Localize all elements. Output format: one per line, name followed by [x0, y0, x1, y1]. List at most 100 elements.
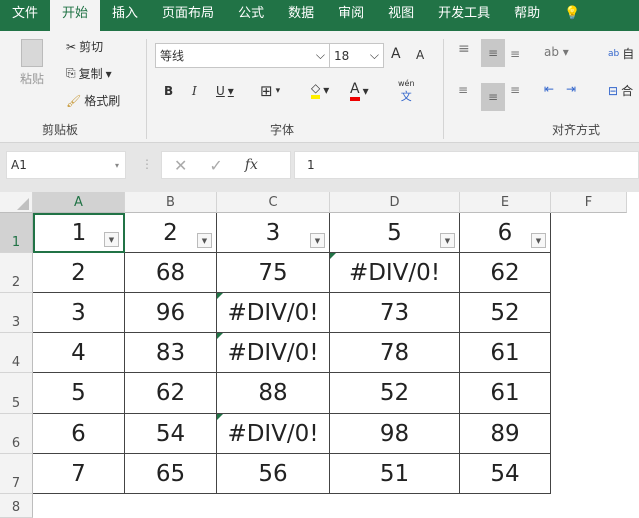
align-left-button[interactable]: ≡ — [458, 83, 468, 97]
cell[interactable]: 68 — [125, 253, 217, 293]
cell[interactable]: 56 — [217, 454, 330, 494]
middle-align-button[interactable]: ≡ — [481, 39, 505, 67]
cell[interactable]: 5 — [33, 373, 125, 414]
error-indicator-icon[interactable] — [217, 293, 223, 299]
select-all-button[interactable] — [0, 192, 33, 213]
cell[interactable]: 73 — [330, 293, 460, 333]
row-header-8[interactable]: 8 — [0, 494, 33, 518]
orientation-button[interactable]: ab ▾ — [544, 45, 569, 59]
filter-dropdown-button[interactable]: ▼ — [310, 233, 325, 248]
cell[interactable]: #DIV/0! — [217, 333, 330, 373]
header-cell[interactable]: 1 ▼ — [33, 213, 125, 253]
column-header-C[interactable]: C — [217, 192, 330, 213]
cut-button[interactable]: ✂ 剪切 — [66, 38, 103, 55]
header-cell[interactable]: 5 ▼ — [330, 213, 460, 253]
paste-button[interactable]: 粘贴 — [20, 39, 44, 87]
copy-button[interactable]: ⎘ 复制 ▾ — [66, 65, 112, 82]
cell[interactable]: 3 — [33, 293, 125, 333]
error-indicator-icon[interactable] — [217, 333, 223, 339]
name-box[interactable]: A1 ▾ — [6, 151, 126, 179]
column-header-E[interactable]: E — [460, 192, 551, 213]
cell[interactable]: 83 — [125, 333, 217, 373]
column-header-D[interactable]: D — [330, 192, 460, 213]
row-header-2[interactable]: 2 — [0, 253, 33, 293]
lightbulb-icon[interactable]: 💡 — [552, 0, 592, 31]
row-header-1[interactable]: 1 — [0, 213, 33, 253]
row-header-5[interactable]: 5 — [0, 373, 33, 414]
row-header-4[interactable]: 4 — [0, 333, 33, 373]
cell[interactable]: 88 — [217, 373, 330, 414]
cell[interactable]: #DIV/0! — [330, 253, 460, 293]
tab-8[interactable]: 开发工具 — [426, 0, 502, 31]
fill-color-button[interactable]: ◇ ▾ — [311, 81, 329, 99]
font-color-button[interactable]: A ▾ — [350, 81, 369, 101]
font-size-select[interactable]: 18 ⌵ — [329, 43, 384, 68]
column-header-B[interactable]: B — [125, 192, 217, 213]
cell[interactable]: 51 — [330, 454, 460, 494]
tab-6[interactable]: 审阅 — [326, 0, 376, 31]
bold-button[interactable]: B — [164, 84, 173, 98]
cell[interactable]: 62 — [125, 373, 217, 414]
format-painter-button[interactable]: 🖌 格式刷 — [66, 92, 120, 109]
top-align-button[interactable]: ≡ — [458, 41, 470, 57]
row-header-6[interactable]: 6 — [0, 414, 33, 454]
cancel-icon[interactable]: ✕ — [174, 156, 187, 175]
error-indicator-icon[interactable] — [330, 253, 336, 259]
tab-2[interactable]: 插入 — [100, 0, 150, 31]
column-header-A[interactable]: A — [33, 192, 125, 213]
filter-dropdown-button[interactable]: ▼ — [197, 233, 212, 248]
tab-0[interactable]: 文件 — [0, 0, 50, 31]
header-cell[interactable]: 3 ▼ — [217, 213, 330, 253]
tab-1[interactable]: 开始 — [50, 0, 101, 31]
increase-indent-button[interactable]: ⇥ — [566, 82, 576, 96]
enter-icon[interactable]: ✓ — [209, 156, 222, 175]
cell[interactable]: 96 — [125, 293, 217, 333]
cell[interactable]: 98 — [330, 414, 460, 454]
cell[interactable]: 75 — [217, 253, 330, 293]
tab-7[interactable]: 视图 — [376, 0, 426, 31]
borders-button[interactable]: ⊞ ▾ — [260, 82, 280, 100]
font-name-select[interactable]: 等线 ⌵ — [155, 43, 330, 68]
row-header-3[interactable]: 3 — [0, 293, 33, 333]
insert-function-button[interactable]: fx — [245, 157, 258, 173]
filter-dropdown-button[interactable]: ▼ — [104, 232, 119, 247]
grow-font-button[interactable]: A — [391, 46, 401, 62]
cell[interactable]: 61 — [460, 333, 551, 373]
cell[interactable]: 54 — [460, 454, 551, 494]
filter-dropdown-button[interactable]: ▼ — [531, 233, 546, 248]
column-header-F[interactable]: F — [551, 192, 627, 213]
italic-button[interactable]: I — [192, 84, 197, 98]
cell[interactable]: #DIV/0! — [217, 293, 330, 333]
cell[interactable]: 52 — [330, 373, 460, 414]
shrink-font-button[interactable]: A — [416, 48, 424, 62]
header-cell[interactable]: 6 ▼ — [460, 213, 551, 253]
decrease-indent-button[interactable]: ⇤ — [544, 82, 554, 96]
tab-3[interactable]: 页面布局 — [150, 0, 226, 31]
underline-button[interactable]: U ▾ — [216, 84, 234, 98]
cell[interactable]: 78 — [330, 333, 460, 373]
error-indicator-icon[interactable] — [217, 414, 223, 420]
align-right-button[interactable]: ≡ — [510, 83, 520, 97]
cell[interactable]: 4 — [33, 333, 125, 373]
wrap-text-button[interactable]: ab 自 — [608, 45, 634, 62]
cell[interactable]: 61 — [460, 373, 551, 414]
cell[interactable]: 6 — [33, 414, 125, 454]
cell[interactable]: 89 — [460, 414, 551, 454]
cell[interactable]: 65 — [125, 454, 217, 494]
phonetic-button[interactable]: wén 文 — [398, 79, 415, 104]
cell[interactable]: 54 — [125, 414, 217, 454]
cell[interactable]: 52 — [460, 293, 551, 333]
cell[interactable]: 62 — [460, 253, 551, 293]
cell[interactable]: 7 — [33, 454, 125, 494]
tab-4[interactable]: 公式 — [226, 0, 276, 31]
tab-9[interactable]: 帮助 — [502, 0, 552, 31]
align-center-button[interactable]: ≡ — [481, 83, 505, 111]
merge-button[interactable]: ⊟ 合 — [608, 82, 633, 99]
row-header-7[interactable]: 7 — [0, 454, 33, 494]
tab-5[interactable]: 数据 — [276, 0, 326, 31]
cell[interactable]: 2 — [33, 253, 125, 293]
bottom-align-button[interactable]: ≡ — [510, 47, 520, 61]
filter-dropdown-button[interactable]: ▼ — [440, 233, 455, 248]
formula-input[interactable]: 1 — [294, 151, 639, 179]
header-cell[interactable]: 2 ▼ — [125, 213, 217, 253]
